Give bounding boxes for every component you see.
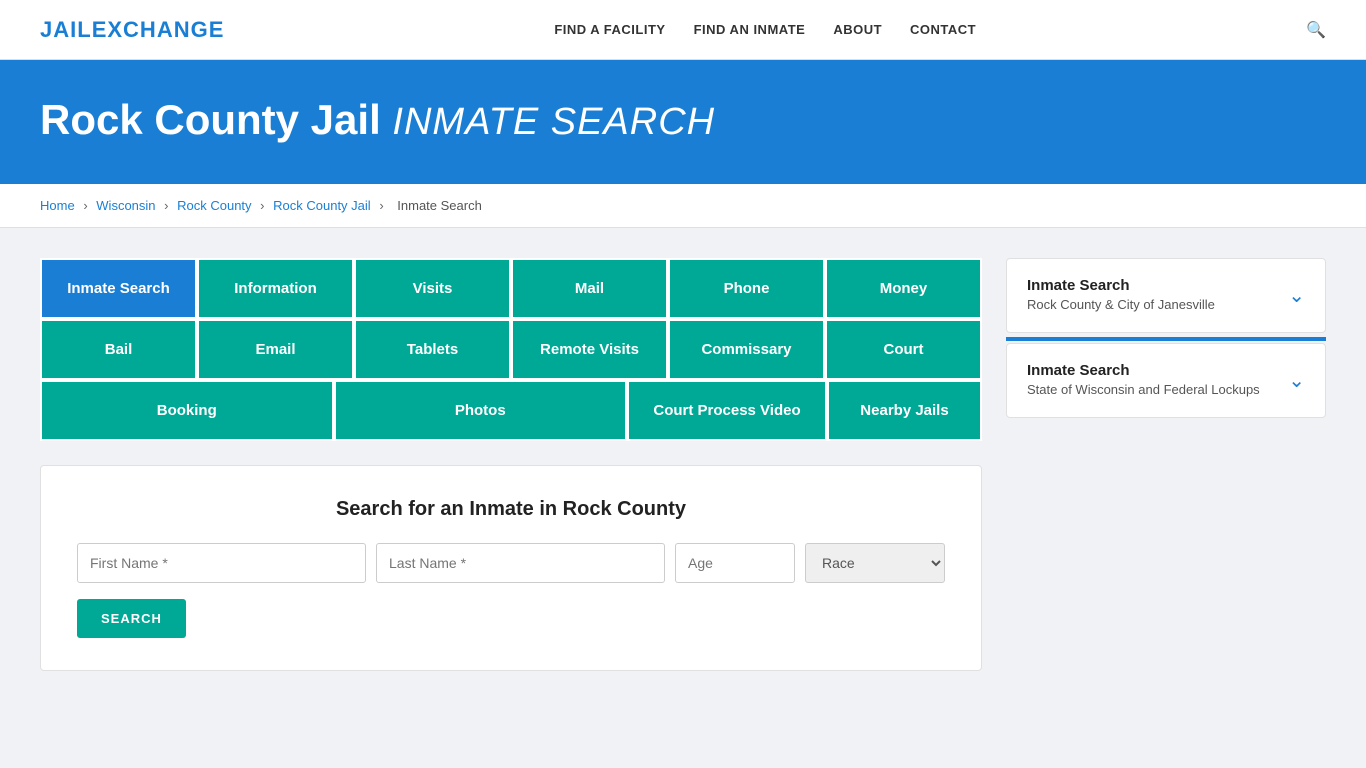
search-fields: Race White Black Hispanic Asian Native A… — [77, 543, 945, 583]
search-title: Search for an Inmate in Rock County — [77, 498, 945, 521]
left-panel: Inmate Search Information Visits Mail Ph… — [40, 258, 982, 671]
tab-nearby-jails[interactable]: Nearby Jails — [827, 380, 982, 441]
sidebar-item-2[interactable]: Inmate Search State of Wisconsin and Fed… — [1007, 344, 1325, 417]
right-panel: Inmate Search Rock County & City of Jane… — [1006, 258, 1326, 422]
chevron-down-icon-1: ⌄ — [1288, 283, 1305, 308]
tab-money[interactable]: Money — [825, 258, 982, 319]
tab-mail[interactable]: Mail — [511, 258, 668, 319]
page-title: Rock County Jail INMATE SEARCH — [40, 96, 1326, 144]
sidebar-item-1[interactable]: Inmate Search Rock County & City of Jane… — [1007, 259, 1325, 332]
search-card: Search for an Inmate in Rock County Race… — [40, 465, 982, 671]
search-icon[interactable]: 🔍 — [1306, 20, 1326, 40]
age-input[interactable] — [675, 543, 795, 583]
sidebar-item-2-title: Inmate Search — [1027, 362, 1260, 379]
breadcrumb-current: Inmate Search — [397, 198, 482, 213]
tab-phone[interactable]: Phone — [668, 258, 825, 319]
nav-item-contact[interactable]: CONTACT — [910, 21, 976, 39]
tab-remote-visits[interactable]: Remote Visits — [511, 319, 668, 380]
nav-item-about[interactable]: ABOUT — [833, 21, 882, 39]
sidebar-item-1-title: Inmate Search — [1027, 277, 1215, 294]
tab-grid: Inmate Search Information Visits Mail Ph… — [40, 258, 982, 441]
navbar: JAILEXCHANGE FIND A FACILITY FIND AN INM… — [0, 0, 1366, 60]
logo-xchange: XCHANGE — [107, 17, 224, 42]
logo[interactable]: JAILEXCHANGE — [40, 17, 224, 43]
breadcrumb-home[interactable]: Home — [40, 198, 75, 213]
last-name-input[interactable] — [376, 543, 665, 583]
breadcrumb-wisconsin[interactable]: Wisconsin — [96, 198, 155, 213]
logo-jail: JAIL — [40, 17, 92, 42]
tab-booking[interactable]: Booking — [40, 380, 334, 441]
nav-item-find-facility[interactable]: FIND A FACILITY — [554, 21, 665, 39]
sidebar-divider — [1006, 337, 1326, 341]
main-content: Inmate Search Information Visits Mail Ph… — [0, 228, 1366, 701]
sidebar-item-1-subtitle: Rock County & City of Janesville — [1027, 296, 1215, 314]
breadcrumb: Home › Wisconsin › Rock County › Rock Co… — [0, 184, 1366, 228]
tab-email[interactable]: Email — [197, 319, 354, 380]
tab-court[interactable]: Court — [825, 319, 982, 380]
tab-inmate-search[interactable]: Inmate Search — [40, 258, 197, 319]
sidebar-card-2: Inmate Search State of Wisconsin and Fed… — [1006, 343, 1326, 418]
sidebar-card-1: Inmate Search Rock County & City of Jane… — [1006, 258, 1326, 333]
race-select[interactable]: Race White Black Hispanic Asian Native A… — [805, 543, 945, 583]
nav-links: FIND A FACILITY FIND AN INMATE ABOUT CON… — [554, 21, 976, 39]
first-name-input[interactable] — [77, 543, 366, 583]
search-button[interactable]: SEARCH — [77, 599, 186, 638]
tab-photos[interactable]: Photos — [334, 380, 628, 441]
breadcrumb-rock-county[interactable]: Rock County — [177, 198, 251, 213]
nav-item-find-inmate[interactable]: FIND AN INMATE — [694, 21, 806, 39]
tab-tablets[interactable]: Tablets — [354, 319, 511, 380]
tab-visits[interactable]: Visits — [354, 258, 511, 319]
sidebar-item-2-subtitle: State of Wisconsin and Federal Lockups — [1027, 381, 1260, 399]
hero-banner: Rock County Jail INMATE SEARCH — [0, 60, 1366, 184]
breadcrumb-rock-county-jail[interactable]: Rock County Jail — [273, 198, 371, 213]
logo-e: E — [92, 17, 108, 42]
tab-information[interactable]: Information — [197, 258, 354, 319]
chevron-down-icon-2: ⌄ — [1288, 368, 1305, 393]
tab-bail[interactable]: Bail — [40, 319, 197, 380]
tab-court-process-video[interactable]: Court Process Video — [627, 380, 827, 441]
tab-commissary[interactable]: Commissary — [668, 319, 825, 380]
